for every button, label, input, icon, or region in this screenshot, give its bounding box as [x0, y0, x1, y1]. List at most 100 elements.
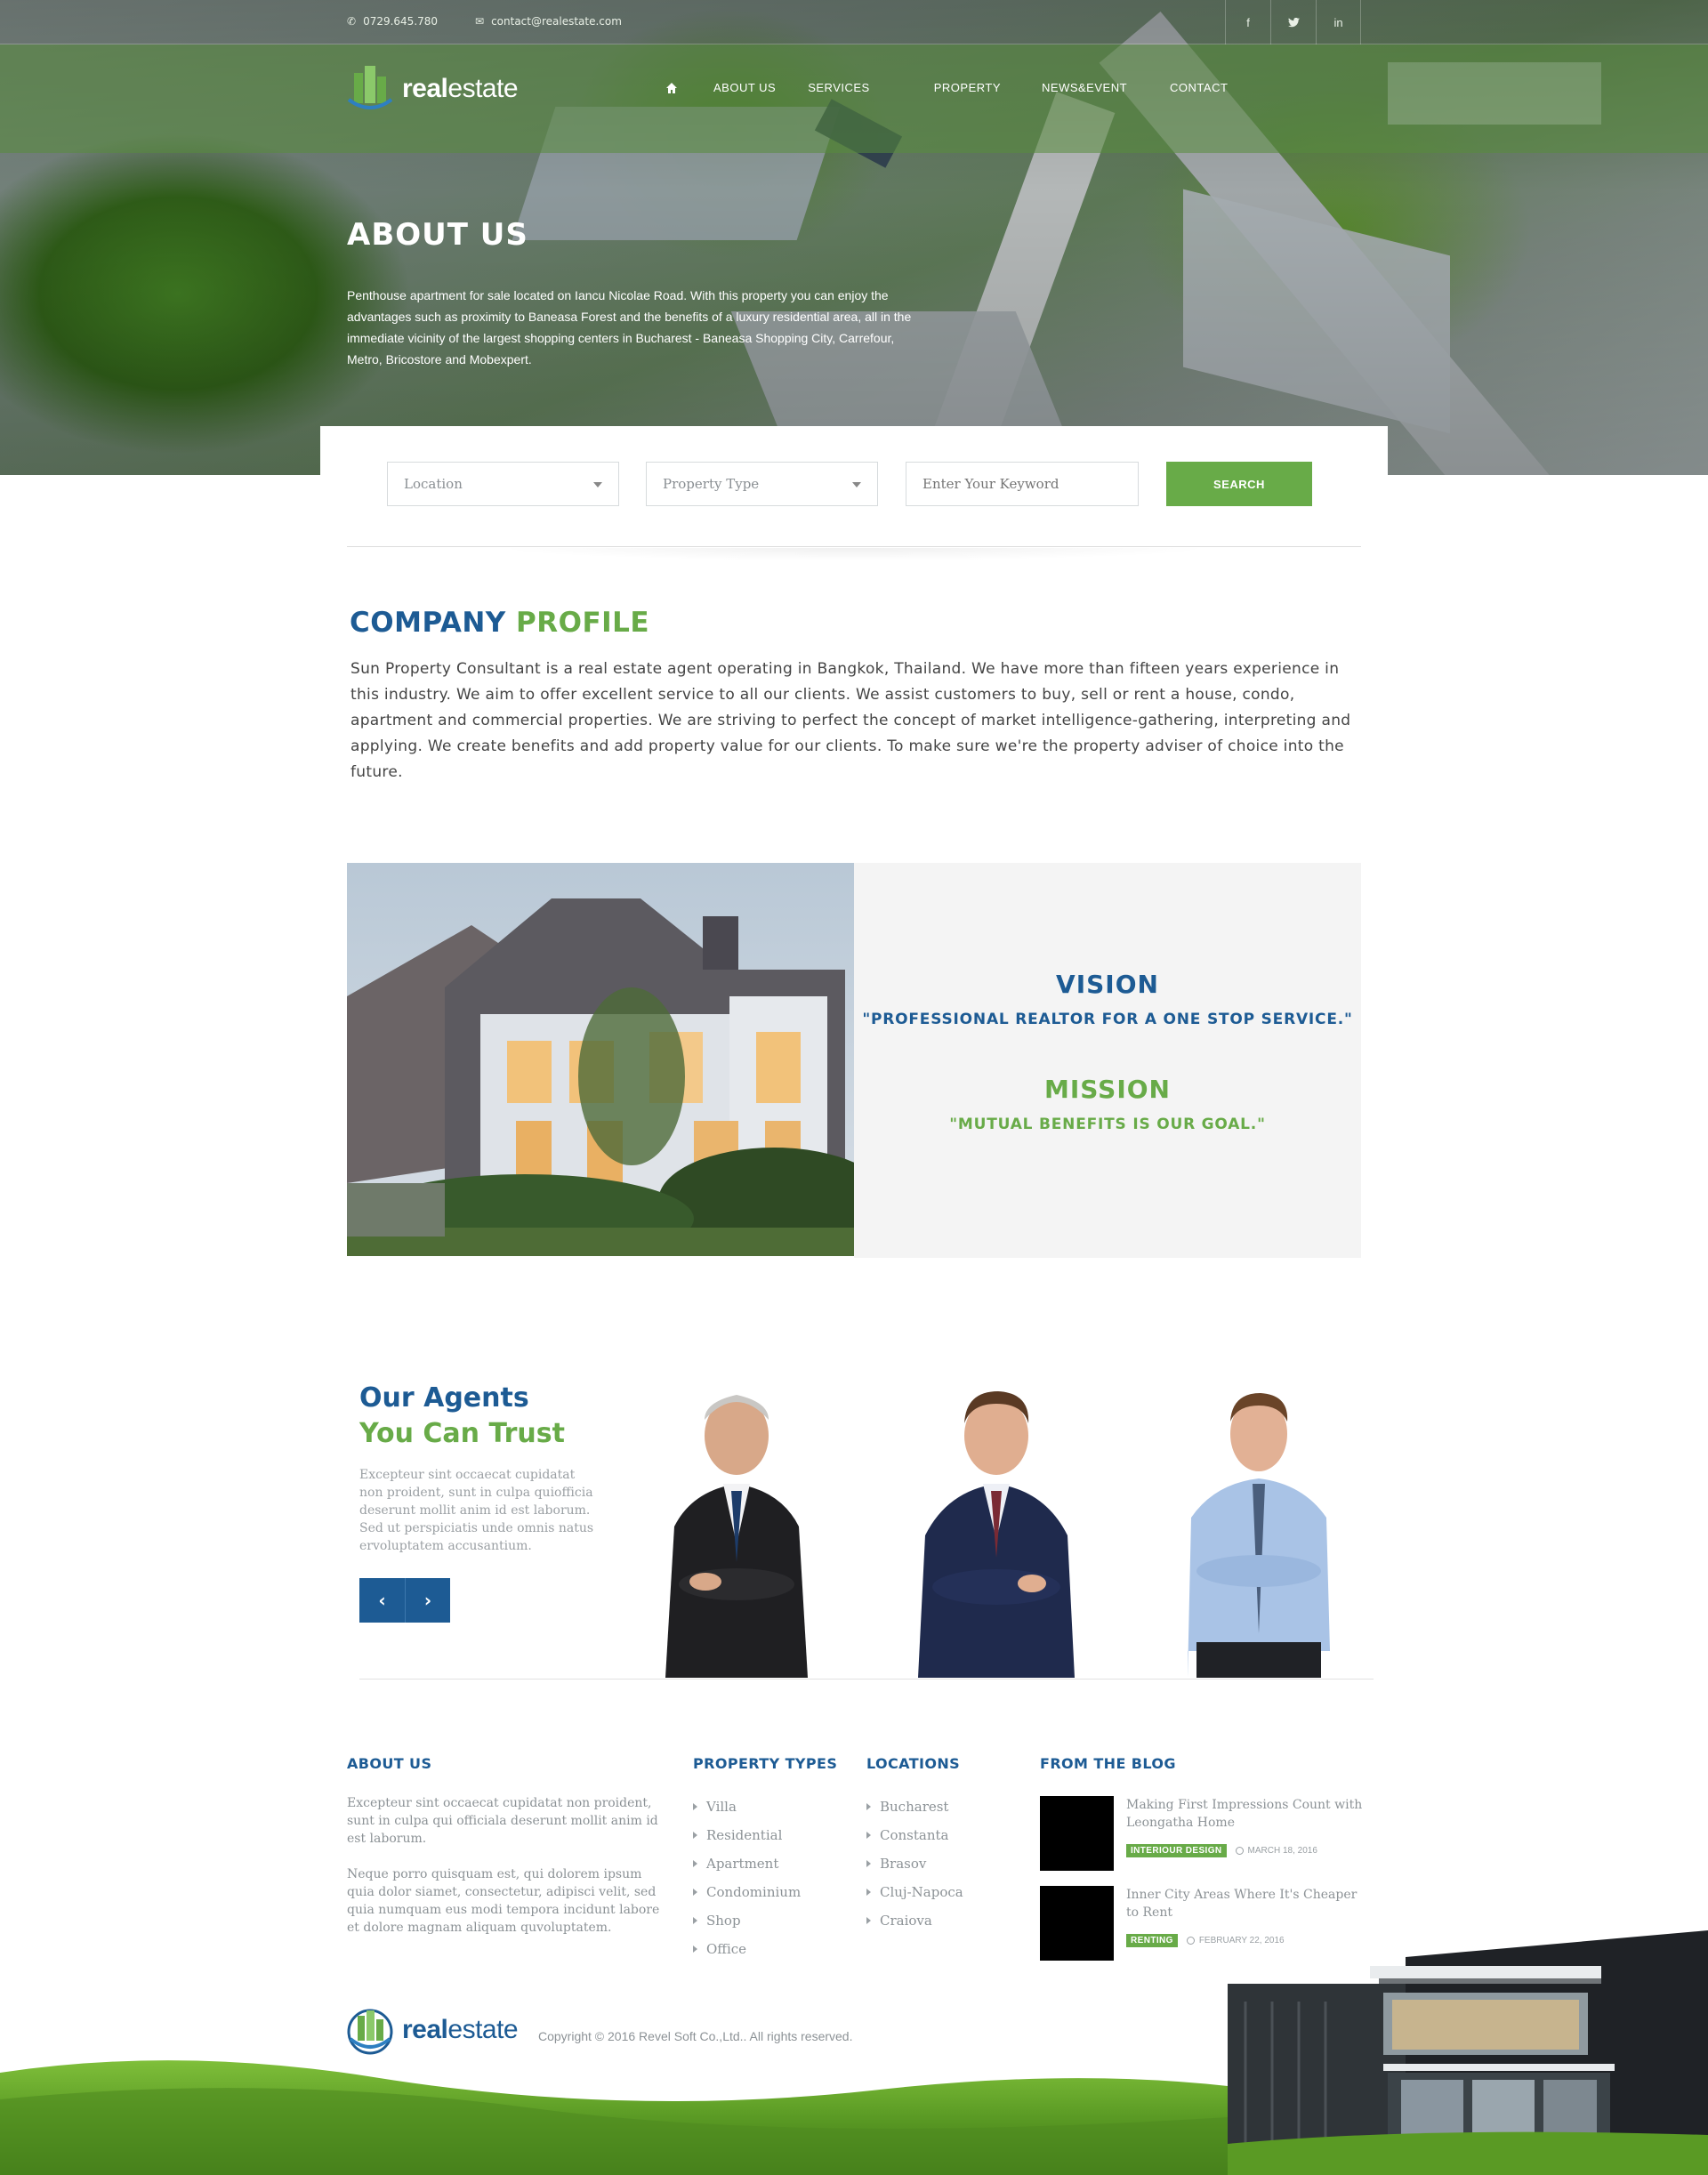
blog-post-thumbnail[interactable] — [1040, 1886, 1114, 1961]
agents-title: Our Agents You Can Trust — [359, 1382, 565, 1449]
hero-title: ABOUT US — [347, 217, 528, 253]
hero-description: Penthouse apartment for sale located on … — [347, 288, 912, 367]
nav-item-property[interactable]: PROPERTY — [934, 81, 1001, 94]
vision-heading: VISION — [1056, 970, 1159, 999]
caret-right-icon — [693, 1945, 697, 1953]
nav-item-news-event[interactable]: NEWS&EVENT — [1042, 81, 1127, 94]
vision-mission-panel: VISION "PROFESSIONAL REALTOR FOR A ONE S… — [854, 863, 1361, 1258]
phone-number: 0729.645.780 — [363, 15, 439, 28]
list-item[interactable]: Constanta — [866, 1821, 963, 1849]
footer-about-heading: ABOUT US — [347, 1755, 432, 1772]
home-icon[interactable] — [665, 82, 678, 94]
blog-post-title[interactable]: Making First Impressions Count with Leon… — [1126, 1796, 1366, 1832]
social-links: f in — [1225, 0, 1361, 44]
agent-photo[interactable] — [898, 1384, 1094, 1678]
blog-post-thumbnail[interactable] — [1040, 1796, 1114, 1871]
blog-post[interactable]: Inner City Areas Where It's Cheaper to R… — [1040, 1886, 1369, 1961]
list-item[interactable]: Residential — [693, 1821, 801, 1849]
footer-about-text: Neque porro quisquam est, qui dolorem ip… — [347, 1867, 660, 1935]
search-panel: Location Property Type SEARCH — [320, 426, 1388, 547]
nav-band — [0, 44, 1708, 153]
blog-post-tag[interactable]: INTERIOUR DESIGN — [1126, 1844, 1227, 1857]
footer-blog-heading: FROM THE BLOG — [1040, 1755, 1176, 1772]
caret-right-icon — [693, 1917, 697, 1924]
nav-item-contact[interactable]: CONTACT — [1170, 81, 1228, 94]
copyright-text: Copyright © 2016 Revel Soft Co.,Ltd.. Al… — [538, 2029, 853, 2043]
agent-photo[interactable] — [639, 1384, 834, 1678]
location-select-value: Location — [404, 476, 463, 492]
blog-post[interactable]: Making First Impressions Count with Leon… — [1040, 1796, 1369, 1871]
agents-description: Excepteur sint occaecat cupidatat non pr… — [359, 1468, 594, 1553]
section-divider — [347, 546, 1361, 547]
divider-shadow — [498, 548, 1210, 571]
list-item[interactable]: Shop — [693, 1906, 801, 1935]
caret-right-icon — [866, 1803, 871, 1810]
footer-about-text: Excepteur sint occaecat cupidatat non pr… — [347, 1796, 658, 1846]
agents-carousel-controls: ‹ › — [359, 1578, 450, 1623]
blog-post-meta: INTERIOUR DESIGN MARCH 18, 2016 — [1126, 1844, 1317, 1857]
top-bar: ✆ 0729.645.780 ✉ contact@realestate.com … — [0, 0, 1708, 44]
caret-right-icon — [866, 1889, 871, 1896]
blog-post-date: MARCH 18, 2016 — [1235, 1846, 1317, 1856]
caret-right-icon — [693, 1832, 697, 1839]
nav-item-about-us[interactable]: ABOUT US — [713, 81, 776, 94]
nav-item-services[interactable]: SERVICES — [808, 81, 870, 94]
list-item[interactable]: Apartment — [693, 1849, 801, 1878]
blog-post-tag[interactable]: RENTING — [1126, 1934, 1178, 1947]
hero-banner: ✆ 0729.645.780 ✉ contact@realestate.com … — [0, 0, 1708, 475]
agent-photo[interactable] — [1161, 1384, 1357, 1678]
chevron-down-icon — [593, 482, 602, 487]
blog-post-date: FEBRUARY 22, 2016 — [1186, 1936, 1285, 1945]
blog-post-title[interactable]: Inner City Areas Where It's Cheaper to R… — [1126, 1886, 1366, 1921]
clock-icon — [1186, 1937, 1195, 1945]
mission-heading: MISSION — [1043, 1075, 1171, 1104]
footer-property-types-heading: PROPERTY TYPES — [693, 1755, 838, 1772]
email-contact[interactable]: ✉ contact@realestate.com — [475, 15, 622, 28]
chevron-down-icon — [852, 482, 861, 487]
logo-mark-icon — [347, 66, 393, 109]
twitter-icon[interactable] — [1270, 0, 1316, 44]
property-type-select[interactable]: Property Type — [646, 462, 878, 506]
vision-text: "PROFESSIONAL REALTOR FOR A ONE STOP SER… — [862, 1011, 1353, 1028]
logo-wordmark: realestate — [402, 2015, 519, 2044]
house-photo — [347, 863, 854, 1256]
list-item[interactable]: Office — [693, 1935, 801, 1963]
blog-post-meta: RENTING FEBRUARY 22, 2016 — [1126, 1934, 1285, 1947]
logo-wordmark: realestate — [402, 74, 519, 103]
caret-right-icon — [866, 1832, 871, 1839]
list-item[interactable]: Villa — [693, 1792, 801, 1821]
main-nav: ABOUT US SERVICES PROPERTY NEWS&EVENT CO… — [665, 81, 1260, 94]
search-button[interactable]: SEARCH — [1166, 462, 1312, 506]
next-arrow-button[interactable]: › — [405, 1578, 450, 1623]
clock-icon — [1235, 1847, 1244, 1855]
caret-right-icon — [866, 1860, 871, 1867]
phone-contact[interactable]: ✆ 0729.645.780 — [347, 15, 438, 28]
mail-icon: ✉ — [475, 15, 485, 28]
keyword-input[interactable] — [906, 462, 1139, 506]
list-item[interactable]: Brasov — [866, 1849, 963, 1878]
footer-locations-heading: LOCATIONS — [866, 1755, 961, 1772]
linkedin-icon[interactable]: in — [1316, 0, 1361, 44]
footer-logo[interactable]: realestate — [347, 2005, 519, 2055]
property-types-list: Villa Residential Apartment Condominium … — [693, 1792, 801, 1963]
phone-icon: ✆ — [347, 15, 357, 28]
location-select[interactable]: Location — [387, 462, 619, 506]
logo-mark-icon — [347, 2009, 393, 2055]
property-type-select-value: Property Type — [663, 476, 760, 492]
locations-list: Bucharest Constanta Brasov Cluj-Napoca C… — [866, 1792, 963, 1935]
list-item[interactable]: Cluj-Napoca — [866, 1878, 963, 1906]
site-logo[interactable]: realestate — [347, 64, 519, 114]
facebook-icon[interactable]: f — [1225, 0, 1270, 44]
list-item[interactable]: Condominium — [693, 1878, 801, 1906]
caret-right-icon — [693, 1889, 697, 1896]
prev-arrow-button[interactable]: ‹ — [359, 1578, 405, 1623]
caret-right-icon — [693, 1860, 697, 1867]
grass-footer-image — [0, 2060, 1708, 2175]
company-profile-text: Sun Property Consultant is a real estate… — [350, 660, 1351, 781]
caret-right-icon — [866, 1917, 871, 1924]
mission-text: "MUTUAL BENEFITS IS OUR GOAL." — [949, 1116, 1266, 1133]
caret-right-icon — [693, 1803, 697, 1810]
email-address: contact@realestate.com — [491, 15, 622, 28]
list-item[interactable]: Bucharest — [866, 1792, 963, 1821]
list-item[interactable]: Craiova — [866, 1906, 963, 1935]
